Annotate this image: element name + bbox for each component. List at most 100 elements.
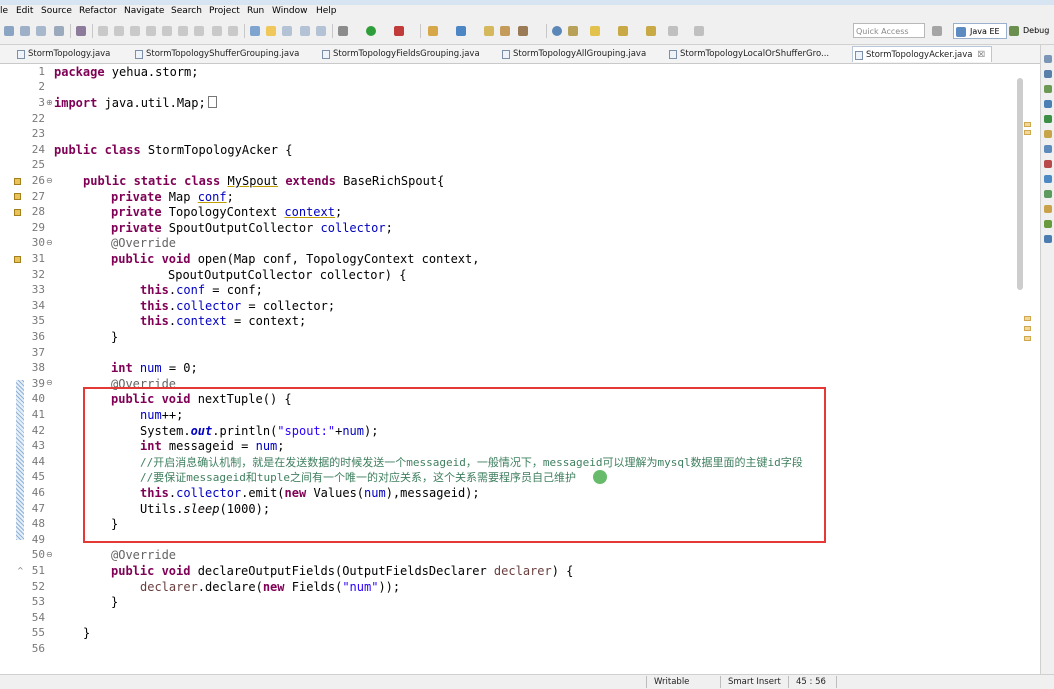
- show-whitespace-icon[interactable]: [282, 26, 292, 36]
- terminate-icon[interactable]: [130, 26, 140, 36]
- tab-allgrouping[interactable]: StormTopologyAllGrouping.java: [500, 46, 660, 62]
- highlight-icon[interactable]: [266, 26, 276, 36]
- line-number: 47: [31, 502, 45, 515]
- open-type-icon[interactable]: [484, 26, 494, 36]
- status-separator: [720, 676, 721, 688]
- block-selection-icon[interactable]: [300, 26, 310, 36]
- tab-shuffergrouping[interactable]: StormTopologyShufferGrouping.java: [133, 46, 311, 62]
- status-bar: Writable Smart Insert 45 : 56: [0, 674, 1054, 689]
- menu-file[interactable]: le: [0, 6, 8, 16]
- tab-stormtopology[interactable]: StormTopology.java: [15, 46, 125, 62]
- keyword: public void: [111, 564, 191, 578]
- suspend-icon[interactable]: [114, 26, 124, 36]
- menu-search[interactable]: Search: [171, 6, 202, 16]
- code-editor[interactable]: ⊕ ⊖ ⊖ ⊖ ⊖ ^ 1 2 3 22 23 24 25 26 27 28 29 30 31 32 33 3…: [0, 64, 1014, 674]
- menu-project[interactable]: Project: [209, 6, 240, 16]
- search-tool-icon[interactable]: [518, 26, 528, 36]
- menu-window[interactable]: Window: [272, 6, 308, 16]
- task-list-icon[interactable]: [1044, 85, 1052, 93]
- code-text[interactable]: package yehua.storm; import java.util.Ma…: [54, 64, 803, 640]
- warning-marker[interactable]: [1024, 130, 1031, 135]
- warning-marker[interactable]: [1024, 316, 1031, 321]
- menu-source[interactable]: Source: [41, 6, 72, 16]
- save-all-icon[interactable]: [36, 26, 46, 36]
- problems-icon[interactable]: [1044, 115, 1052, 123]
- new-java-project-icon[interactable]: [428, 26, 438, 36]
- step-into-icon[interactable]: [162, 26, 172, 36]
- data-source-icon[interactable]: [1044, 175, 1052, 183]
- perspective-debug[interactable]: Debug: [1007, 23, 1054, 39]
- overview-ruler: [1024, 64, 1032, 364]
- print-icon[interactable]: [54, 26, 64, 36]
- previous-annotation-icon[interactable]: [618, 26, 628, 36]
- open-perspective-icon[interactable]: [932, 26, 942, 36]
- declaration-icon[interactable]: [1044, 145, 1052, 153]
- menu-refactor[interactable]: Refactor: [79, 6, 117, 16]
- line-number: 46: [31, 486, 45, 499]
- last-edit-icon[interactable]: [694, 26, 704, 36]
- warning-marker[interactable]: [1024, 336, 1031, 341]
- scrollbar-thumb[interactable]: [1017, 78, 1023, 290]
- next-annotation-icon[interactable]: [590, 26, 600, 36]
- debug-settings-icon[interactable]: [338, 26, 348, 36]
- javadoc-icon[interactable]: [1044, 130, 1052, 138]
- fold-collapse-icon[interactable]: ⊖: [46, 176, 53, 185]
- resume-icon[interactable]: [98, 26, 108, 36]
- tab-stormtopologyacker[interactable]: StormTopologyAcker.java ☒: [852, 46, 992, 62]
- code-line: import java.util.Map;: [54, 96, 217, 111]
- search-view-icon[interactable]: [1044, 235, 1052, 243]
- tab-label: StormTopologyAllGrouping.java: [513, 49, 647, 59]
- back-icon[interactable]: [646, 26, 656, 36]
- toolbar-separator: [546, 24, 547, 38]
- snippets-icon[interactable]: [1044, 190, 1052, 198]
- fold-expand-icon[interactable]: ⊕: [46, 98, 53, 107]
- step-over-icon[interactable]: [178, 26, 188, 36]
- open-task-icon[interactable]: [500, 26, 510, 36]
- warning-marker[interactable]: [1024, 122, 1031, 127]
- fold-collapse-icon[interactable]: ⊖: [46, 238, 53, 247]
- drop-to-frame-icon[interactable]: [212, 26, 222, 36]
- toggle-mark-occurrences-icon[interactable]: [250, 26, 260, 36]
- parameter-name: declarer: [493, 564, 552, 578]
- progress-icon[interactable]: [1044, 205, 1052, 213]
- folded-imports-icon[interactable]: [207, 96, 217, 108]
- save-icon[interactable]: [20, 26, 30, 36]
- disconnect-icon[interactable]: [146, 26, 156, 36]
- code-text: BaseRichSpout{: [335, 174, 445, 188]
- globe-icon[interactable]: [552, 26, 562, 36]
- quick-access-input[interactable]: Quick Access: [853, 23, 925, 38]
- use-step-filters-icon[interactable]: [228, 26, 238, 36]
- field-name: conf: [176, 283, 206, 297]
- tab-localorshuffergrouping[interactable]: StormTopologyLocalOrShufferGro...: [667, 46, 839, 62]
- annotation-nav-icon[interactable]: [568, 26, 578, 36]
- line-number: 50: [31, 548, 45, 561]
- warning-marker[interactable]: [1024, 326, 1031, 331]
- show-source-only-icon[interactable]: [316, 26, 326, 36]
- status-insert-mode[interactable]: Smart Insert: [728, 677, 781, 687]
- run-icon[interactable]: [366, 26, 376, 36]
- skip-breakpoints-icon[interactable]: [76, 26, 86, 36]
- tab-fieldsgrouping[interactable]: StormTopologyFieldsGrouping.java: [320, 46, 485, 62]
- junit-icon[interactable]: [1044, 220, 1052, 228]
- perspective-java-ee[interactable]: Java EE: [953, 23, 1007, 39]
- code-text: java.util.Map;: [97, 96, 206, 110]
- menu-edit[interactable]: Edit: [16, 6, 33, 16]
- new-class-icon[interactable]: [456, 26, 466, 36]
- external-tools-icon[interactable]: [394, 26, 404, 36]
- fold-collapse-icon[interactable]: ⊖: [46, 550, 53, 559]
- menu-run[interactable]: Run: [247, 6, 264, 16]
- code-line: }: [111, 595, 119, 609]
- menu-help[interactable]: Help: [316, 6, 337, 16]
- forward-icon[interactable]: [668, 26, 678, 36]
- servers-icon[interactable]: [1044, 100, 1052, 108]
- outline-icon[interactable]: [1044, 70, 1052, 78]
- menu-navigate[interactable]: Navigate: [124, 6, 164, 16]
- fold-collapse-icon[interactable]: ⊖: [46, 378, 53, 387]
- new-icon[interactable]: [4, 26, 14, 36]
- restore-icon[interactable]: [1044, 55, 1052, 63]
- close-icon[interactable]: ☒: [978, 50, 986, 60]
- console-icon[interactable]: [1044, 160, 1052, 168]
- step-return-icon[interactable]: [194, 26, 204, 36]
- line-number: 1: [38, 65, 45, 78]
- line-number: 2: [38, 80, 45, 93]
